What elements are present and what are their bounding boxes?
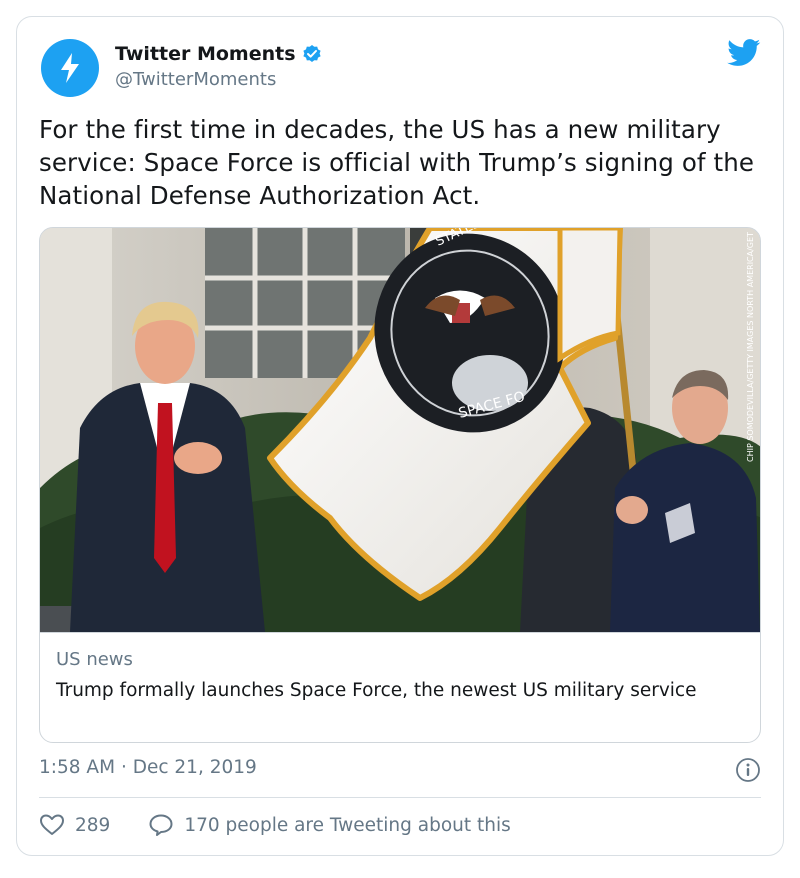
link-preview-card[interactable]: SPACE FO STATES CHIP SOMODEVILLA/GETTY I… <box>39 227 761 743</box>
link-domain: US news <box>56 649 133 670</box>
twitter-bird-icon[interactable] <box>727 39 761 67</box>
tweet-time: 1:58 AM <box>39 757 116 778</box>
tweet-meta: 1:58 AM · Dec 21, 2019 <box>39 757 761 787</box>
image-credit: CHIP SOMODEVILLA/GETTY IMAGES NORTH AMER… <box>746 232 755 462</box>
author-name-row[interactable]: Twitter Moments <box>115 43 322 65</box>
reply-button[interactable]: 170 people are Tweeting about this <box>148 813 511 837</box>
link-title[interactable]: Trump formally launches Space Force, the… <box>56 678 716 704</box>
like-count: 289 <box>75 814 111 836</box>
timestamp[interactable]: 1:58 AM · Dec 21, 2019 <box>39 757 257 778</box>
news-photo[interactable]: SPACE FO STATES <box>40 228 761 632</box>
tweet-text: For the first time in decades, the US ha… <box>39 115 755 210</box>
heart-icon <box>40 814 64 835</box>
verified-badge-icon <box>302 45 321 62</box>
time-separator: · <box>120 757 127 778</box>
info-icon[interactable] <box>735 757 761 783</box>
avatar[interactable] <box>41 39 99 97</box>
like-button[interactable]: 289 <box>39 813 110 837</box>
speech-bubble-icon <box>149 814 173 836</box>
author-handle[interactable]: @TwitterMoments <box>115 69 276 90</box>
tweet-actions: 289 170 people are Tweeting about this <box>39 813 511 837</box>
tweet-card[interactable]: Twitter Moments @TwitterMoments For the … <box>16 16 784 856</box>
link-info[interactable]: US news Trump formally launches Space Fo… <box>40 632 760 742</box>
tweeting-about-text: 170 people are Tweeting about this <box>184 814 511 836</box>
divider <box>39 797 761 798</box>
lightning-bolt-icon <box>61 53 79 83</box>
author-name[interactable]: Twitter Moments <box>115 43 296 65</box>
tweet-date: Dec 21, 2019 <box>132 757 257 778</box>
